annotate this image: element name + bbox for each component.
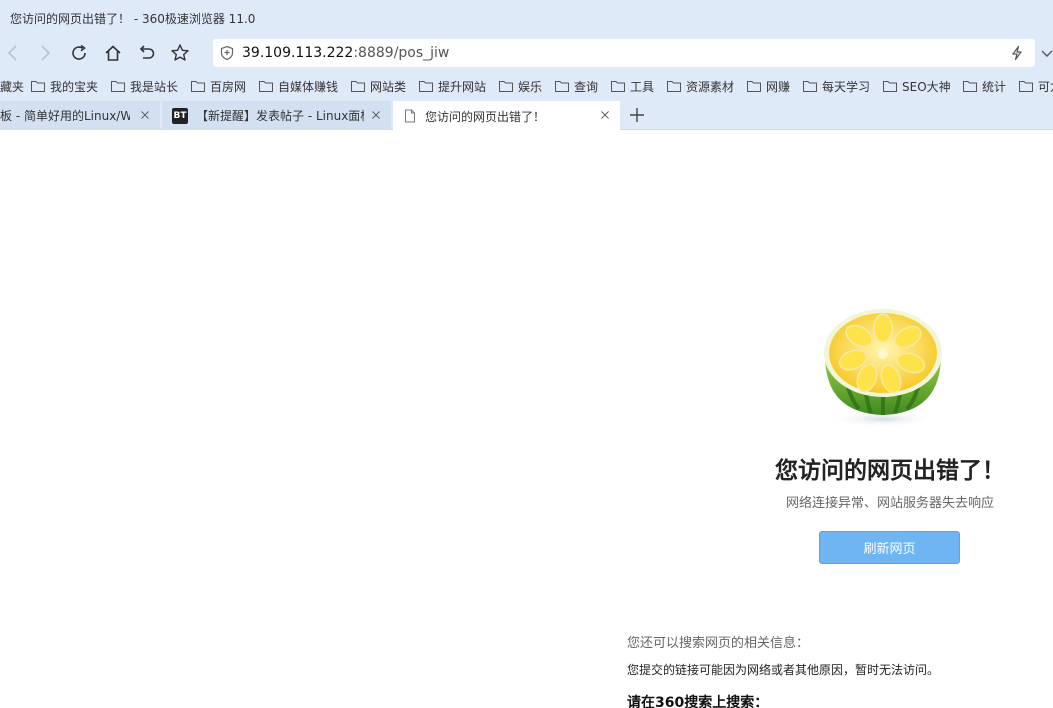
- folder-icon: [803, 81, 817, 92]
- url-path: :8889/pos_jiw: [353, 45, 450, 61]
- lightning-icon[interactable]: [1009, 45, 1025, 61]
- chevron-down-icon[interactable]: [1040, 44, 1053, 62]
- bookmark-folder[interactable]: 网站类: [351, 77, 406, 95]
- bookmark-label: 每天学习: [822, 79, 871, 94]
- tab-linux-panel[interactable]: 板 - 简单好用的Linux/W: [0, 101, 160, 130]
- window-title: 您访问的网页出错了！ - 360极速浏览器 11.0: [10, 12, 256, 26]
- reload-icon: [72, 44, 86, 60]
- bt-favicon: BT: [172, 107, 188, 124]
- bookmark-label: 我的宝夹: [50, 79, 99, 94]
- home-icon: [105, 45, 121, 61]
- bookmark-label: 工具: [630, 79, 655, 94]
- folder-icon: [351, 81, 365, 92]
- bookmark-folder[interactable]: SEO大神: [883, 77, 951, 95]
- page-content: 您访问的网页出错了！ 网络连接异常、网站服务器失去响应 刷新网页 您还可以搜索网…: [0, 131, 1053, 708]
- reason-hint: 您提交的链接可能因为网络或者其他原因，暂时无法访问。: [627, 663, 940, 677]
- home-button[interactable]: [100, 40, 126, 66]
- bookmark-label: 统计: [982, 79, 1007, 94]
- folder-icon: [611, 81, 625, 92]
- bookmark-item[interactable]: 藏夹: [0, 77, 24, 95]
- bookmark-folder[interactable]: 娱乐: [499, 77, 542, 95]
- watermelon-lemon-illustration: [824, 309, 942, 427]
- reload-button[interactable]: [66, 40, 92, 66]
- bookmark-folder[interactable]: 资源素材: [667, 77, 734, 95]
- folder-icon: [883, 81, 897, 92]
- folder-icon: [963, 81, 977, 92]
- url-host: 39.109.113.222: [242, 45, 354, 61]
- bookmark-label: 可龙: [1038, 79, 1053, 94]
- close-icon[interactable]: [369, 108, 383, 122]
- window-title-bar: 您访问的网页出错了！ - 360极速浏览器 11.0: [0, 0, 1053, 36]
- bookmark-label: 百房网: [210, 79, 247, 94]
- tab-title: 您访问的网页出错了！: [425, 109, 546, 124]
- folder-icon: [111, 81, 125, 92]
- bookmark-folder[interactable]: 查询: [555, 77, 598, 95]
- address-url[interactable]: 39.109.113.222:8889/pos_jiw: [242, 45, 449, 61]
- bookmark-label: 网赚: [766, 79, 791, 94]
- bookmark-star-button[interactable]: [167, 40, 193, 66]
- folder-icon: [555, 81, 569, 92]
- bookmark-folder[interactable]: 我是站长: [111, 77, 178, 95]
- bookmarks-bar: 藏夹 我的宝夹 我是站长 百房网 自媒体赚钱 网站类 提升网站 娱乐 查询 工具…: [0, 70, 1053, 100]
- new-tab-plus-icon[interactable]: [628, 106, 646, 124]
- search-hint: 您还可以搜索网页的相关信息：: [627, 636, 810, 651]
- navigation-toolbar: 39.109.113.222:8889/pos_jiw: [0, 36, 1053, 70]
- bookmark-label: 我是站长: [130, 79, 179, 94]
- shield-icon: [219, 45, 235, 61]
- error-title: 您访问的网页出错了！: [775, 458, 1005, 484]
- folder-icon: [667, 81, 681, 92]
- bookmark-folder[interactable]: 百房网: [191, 77, 246, 95]
- back-arrow-icon: [7, 45, 17, 61]
- bookmark-label: 资源素材: [686, 79, 735, 94]
- bookmark-folder[interactable]: 可龙: [1019, 77, 1053, 95]
- undo-close-icon: [139, 45, 155, 59]
- folder-icon: [259, 81, 273, 92]
- page-icon: [405, 109, 415, 123]
- close-icon[interactable]: [598, 108, 612, 122]
- back-button[interactable]: [0, 40, 26, 66]
- bookmark-label: 提升网站: [438, 79, 487, 94]
- address-bar[interactable]: 39.109.113.222:8889/pos_jiw: [213, 39, 1035, 67]
- refresh-page-button[interactable]: 刷新网页: [819, 531, 960, 564]
- undo-close-button[interactable]: [133, 40, 159, 66]
- tab-strip: 板 - 简单好用的Linux/W BT 【新提醒】发表帖子 - Linux面板 …: [0, 100, 1053, 131]
- forward-arrow-icon: [41, 45, 51, 61]
- folder-icon: [191, 81, 205, 92]
- bookmark-folder[interactable]: 自媒体赚钱: [259, 77, 338, 95]
- bookmark-folder[interactable]: 工具: [611, 77, 654, 95]
- folder-icon: [747, 81, 761, 92]
- bookmark-label: 藏夹: [0, 79, 25, 94]
- bookmark-folder[interactable]: 我的宝夹: [31, 77, 98, 95]
- search-360-heading: 请在360搜索上搜索：: [627, 695, 769, 708]
- bookmark-label: SEO大神: [902, 79, 951, 94]
- tab-title: 板 - 简单好用的Linux/W: [0, 109, 130, 123]
- bookmark-label: 查询: [574, 79, 599, 94]
- bookmark-folder[interactable]: 网赚: [747, 77, 790, 95]
- bookmark-label: 娱乐: [518, 79, 543, 94]
- forward-button[interactable]: [32, 40, 58, 66]
- folder-icon: [1019, 81, 1033, 92]
- folder-icon: [419, 81, 433, 92]
- tab-new-post[interactable]: BT 【新提醒】发表帖子 - Linux面板: [162, 101, 391, 130]
- bookmark-folder[interactable]: 每天学习: [803, 77, 870, 95]
- bookmark-label: 网站类: [370, 79, 407, 94]
- tab-title: 【新提醒】发表帖子 - Linux面板: [196, 109, 364, 123]
- bookmark-folder[interactable]: 提升网站: [419, 77, 486, 95]
- tab-error-page[interactable]: 您访问的网页出错了！: [393, 101, 620, 131]
- folder-icon: [499, 81, 513, 92]
- close-icon[interactable]: [138, 108, 152, 122]
- bookmark-folder[interactable]: 统计: [963, 77, 1006, 95]
- folder-icon: [31, 81, 45, 92]
- error-subtitle: 网络连接异常、网站服务器失去响应: [785, 496, 994, 511]
- bookmark-label: 自媒体赚钱: [278, 79, 339, 94]
- star-icon: [171, 44, 189, 61]
